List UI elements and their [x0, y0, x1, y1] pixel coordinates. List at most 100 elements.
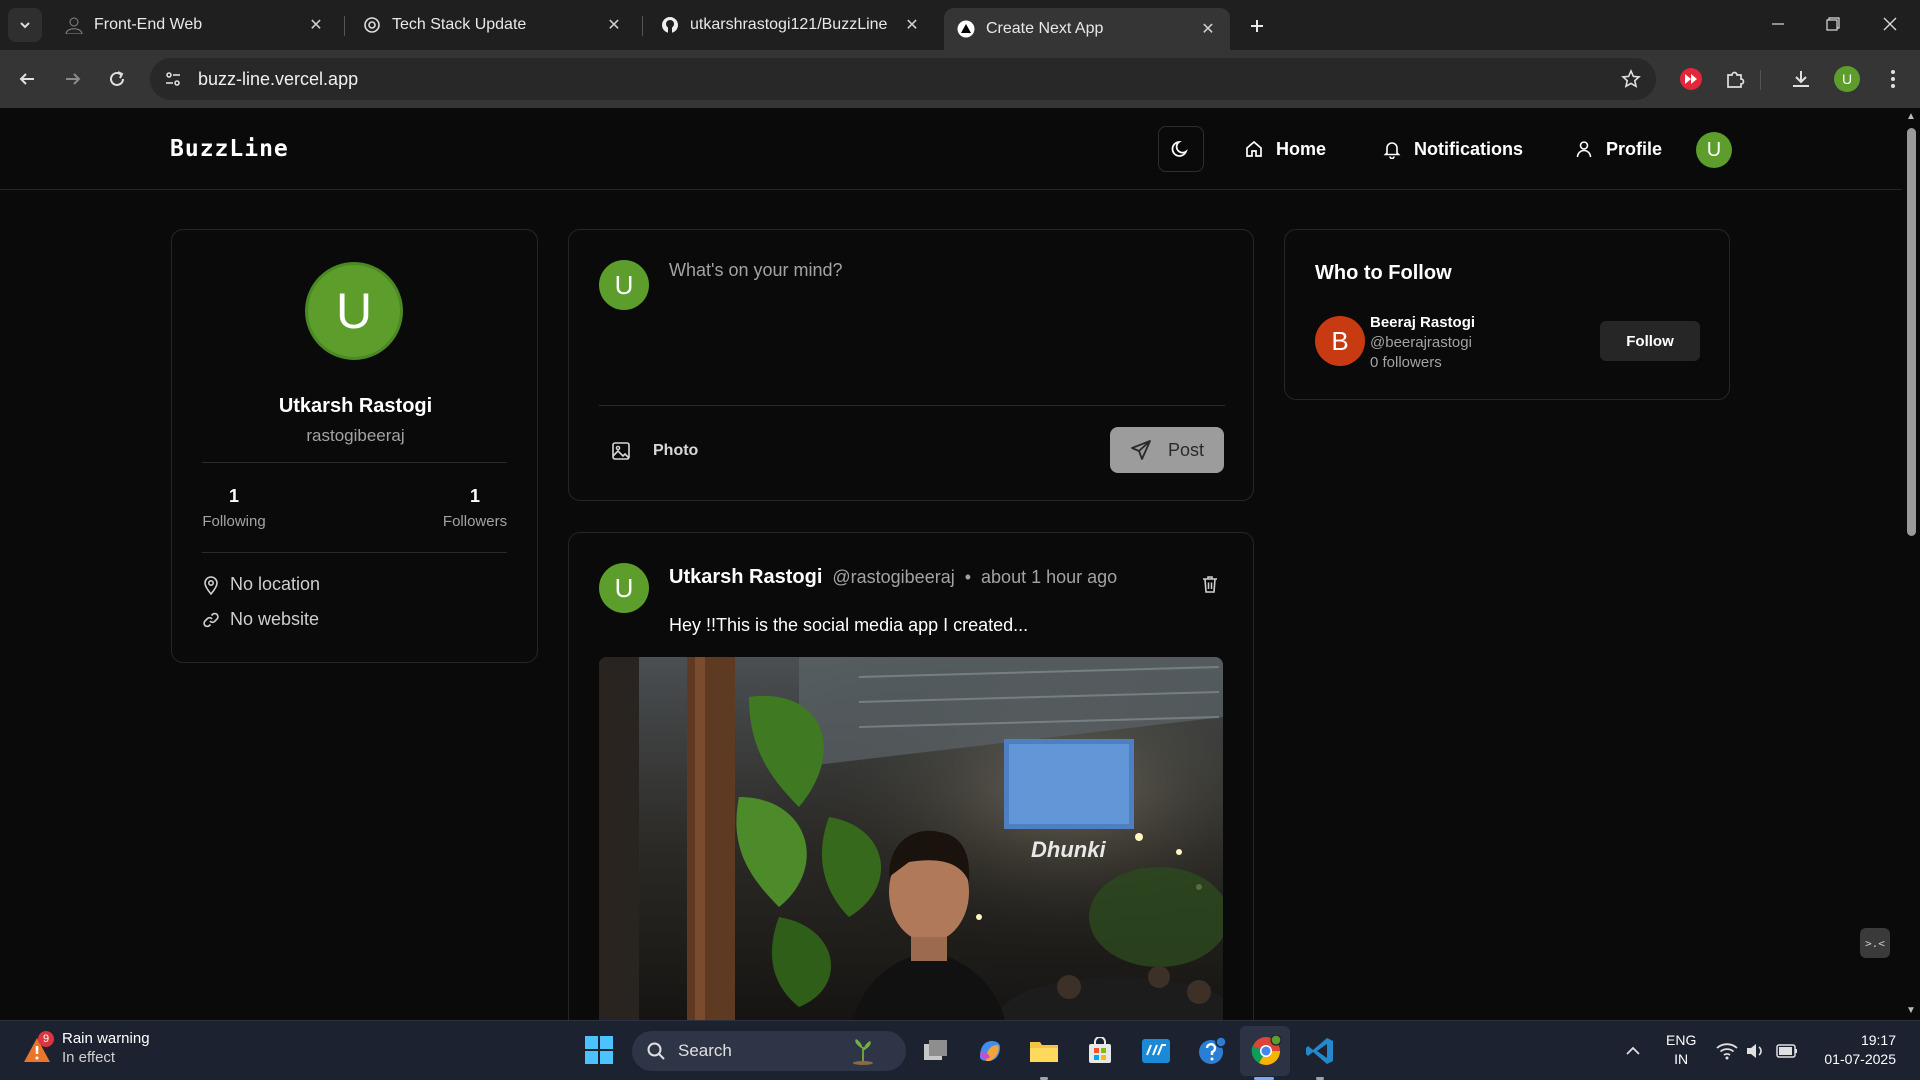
photo-label: Photo: [653, 442, 699, 459]
profile-avatar[interactable]: U: [305, 262, 403, 360]
post-image[interactable]: Dhunki: [599, 657, 1223, 1020]
plant-icon: [853, 1039, 873, 1065]
nav-notifications[interactable]: Notifications: [1382, 132, 1523, 166]
weather-subtitle: In effect: [62, 1049, 116, 1066]
scroll-thumb[interactable]: [1907, 128, 1916, 536]
theme-toggle-button[interactable]: [1158, 126, 1204, 172]
new-tab-button[interactable]: [1243, 12, 1271, 40]
create-post-card: U Photo Post: [568, 229, 1254, 501]
location-text: No location: [230, 574, 321, 594]
nav-home[interactable]: Home: [1244, 132, 1326, 166]
post-content: Hey !!This is the social media app I cre…: [669, 615, 1029, 635]
chevron-up-icon: [1626, 1046, 1640, 1055]
delete-post-button[interactable]: [1197, 571, 1223, 597]
home-icon: [1246, 140, 1262, 157]
profile-website: No website: [202, 609, 319, 630]
tab-tech-stack-update[interactable]: Tech Stack Update ✕: [350, 8, 636, 42]
restore-button[interactable]: [1810, 6, 1856, 42]
start-button[interactable]: [584, 1035, 614, 1065]
windows-taskbar: 9 Rain warning In effect Search ENG IN 1…: [0, 1020, 1920, 1080]
profile-username: rastogibeeraj: [306, 426, 405, 445]
nav-profile-label: Profile: [1606, 138, 1663, 159]
show-hidden-icons-button[interactable]: [1620, 1033, 1646, 1069]
user-avatar-button[interactable]: U: [1696, 132, 1732, 168]
tab-search-button[interactable]: [8, 8, 42, 42]
back-button[interactable]: [10, 62, 44, 96]
post-author-name[interactable]: Utkarsh Rastogi: [669, 566, 822, 589]
task-view-icon[interactable]: [918, 1033, 954, 1069]
following-label: Following: [202, 513, 266, 530]
venue-sign-text: Dhunki: [1031, 837, 1106, 862]
user-icon: [1576, 141, 1592, 158]
close-tab-icon[interactable]: ✕: [306, 15, 326, 35]
chevron-down-icon: [20, 22, 30, 29]
region-code: IN: [1674, 1051, 1689, 1067]
following-stat: 1 Following: [202, 486, 266, 530]
tab-front-end-web[interactable]: Front-End Web ✕: [52, 8, 338, 42]
add-photo-button[interactable]: Photo: [611, 434, 698, 468]
page-scrollbar[interactable]: ▲ ▼: [1902, 108, 1920, 1020]
image-icon: [612, 442, 630, 460]
taskbar-search[interactable]: Search: [632, 1031, 906, 1071]
profile-name[interactable]: Utkarsh Rastogi: [172, 395, 539, 418]
site-info-icon[interactable]: [156, 62, 190, 96]
forward-button[interactable]: [56, 62, 90, 96]
post-author-handle: @rastogibeeraj: [832, 567, 955, 587]
profile-card: U Utkarsh Rastogi rastogibeeraj 1 Follow…: [171, 229, 538, 663]
file-explorer-icon[interactable]: [1026, 1033, 1062, 1069]
app-logo[interactable]: BuzzLine: [170, 136, 289, 162]
language-indicator[interactable]: ENG IN: [1666, 1031, 1696, 1069]
meta-separator: •: [964, 567, 972, 587]
suggested-user-name[interactable]: Beeraj Rastogi: [1370, 314, 1475, 331]
wifi-icon[interactable]: [1714, 1033, 1740, 1069]
close-tab-icon[interactable]: ✕: [604, 15, 624, 35]
suggested-user-handle: @beerajrastogi: [1370, 334, 1472, 351]
tab-divider: [344, 16, 345, 36]
dev-tools-badge[interactable]: >.<: [1860, 928, 1890, 958]
extensions-puzzle-icon[interactable]: [1718, 62, 1752, 96]
weather-widget[interactable]: 9 Rain warning In effect: [22, 1029, 150, 1067]
post-button-label: Post: [1167, 439, 1205, 460]
system-clock[interactable]: 19:17 01-07-2025: [1812, 1031, 1896, 1069]
microsoft-store-icon[interactable]: [1082, 1033, 1118, 1069]
copilot-icon[interactable]: [972, 1033, 1008, 1069]
bookmark-star-icon[interactable]: [1618, 66, 1644, 92]
github-icon: [660, 15, 680, 35]
extension-fast-forward-icon[interactable]: [1674, 62, 1708, 96]
url-text[interactable]: buzz-line.vercel.app: [198, 69, 358, 90]
close-window-button[interactable]: [1867, 6, 1913, 42]
user-silhouette-icon: [64, 15, 84, 35]
browser-profile-button[interactable]: U: [1830, 62, 1864, 96]
search-icon: [647, 1042, 665, 1060]
volume-icon[interactable]: [1742, 1033, 1768, 1069]
minimize-button[interactable]: [1755, 6, 1801, 42]
arrow-left-icon: [19, 73, 34, 85]
downloads-icon[interactable]: [1784, 62, 1818, 96]
suggested-user-avatar[interactable]: B: [1315, 316, 1365, 366]
reload-icon: [110, 71, 124, 86]
reload-button[interactable]: [100, 62, 134, 96]
search-label: Search: [678, 1041, 732, 1060]
tab-create-next-app[interactable]: Create Next App ✕: [944, 8, 1230, 50]
scroll-down-icon[interactable]: ▼: [1906, 1006, 1916, 1016]
follow-button[interactable]: Follow: [1600, 321, 1700, 361]
myhp-icon[interactable]: [1138, 1033, 1174, 1069]
bell-icon: [1383, 142, 1401, 159]
post-content-input[interactable]: [669, 260, 1219, 370]
vscode-icon[interactable]: [1302, 1033, 1338, 1069]
tab-github-buzzline[interactable]: utkarshrastogi121/BuzzLine ✕: [648, 8, 934, 42]
address-bar[interactable]: buzz-line.vercel.app: [150, 58, 1656, 100]
help-icon[interactable]: [1194, 1033, 1230, 1069]
toolbar-divider: [1760, 70, 1761, 90]
browser-menu-icon[interactable]: [1876, 62, 1910, 96]
post-author-avatar[interactable]: U: [599, 563, 649, 613]
post-button[interactable]: Post: [1110, 427, 1224, 473]
minimize-icon: [1772, 23, 1784, 25]
nav-profile[interactable]: Profile: [1574, 132, 1662, 166]
chrome-icon[interactable]: [1248, 1033, 1284, 1069]
profile-location: No location: [202, 574, 320, 595]
close-tab-icon[interactable]: ✕: [902, 15, 922, 35]
scroll-up-icon[interactable]: ▲: [1906, 112, 1916, 122]
close-tab-icon[interactable]: ✕: [1198, 19, 1218, 39]
battery-icon[interactable]: [1774, 1033, 1800, 1069]
